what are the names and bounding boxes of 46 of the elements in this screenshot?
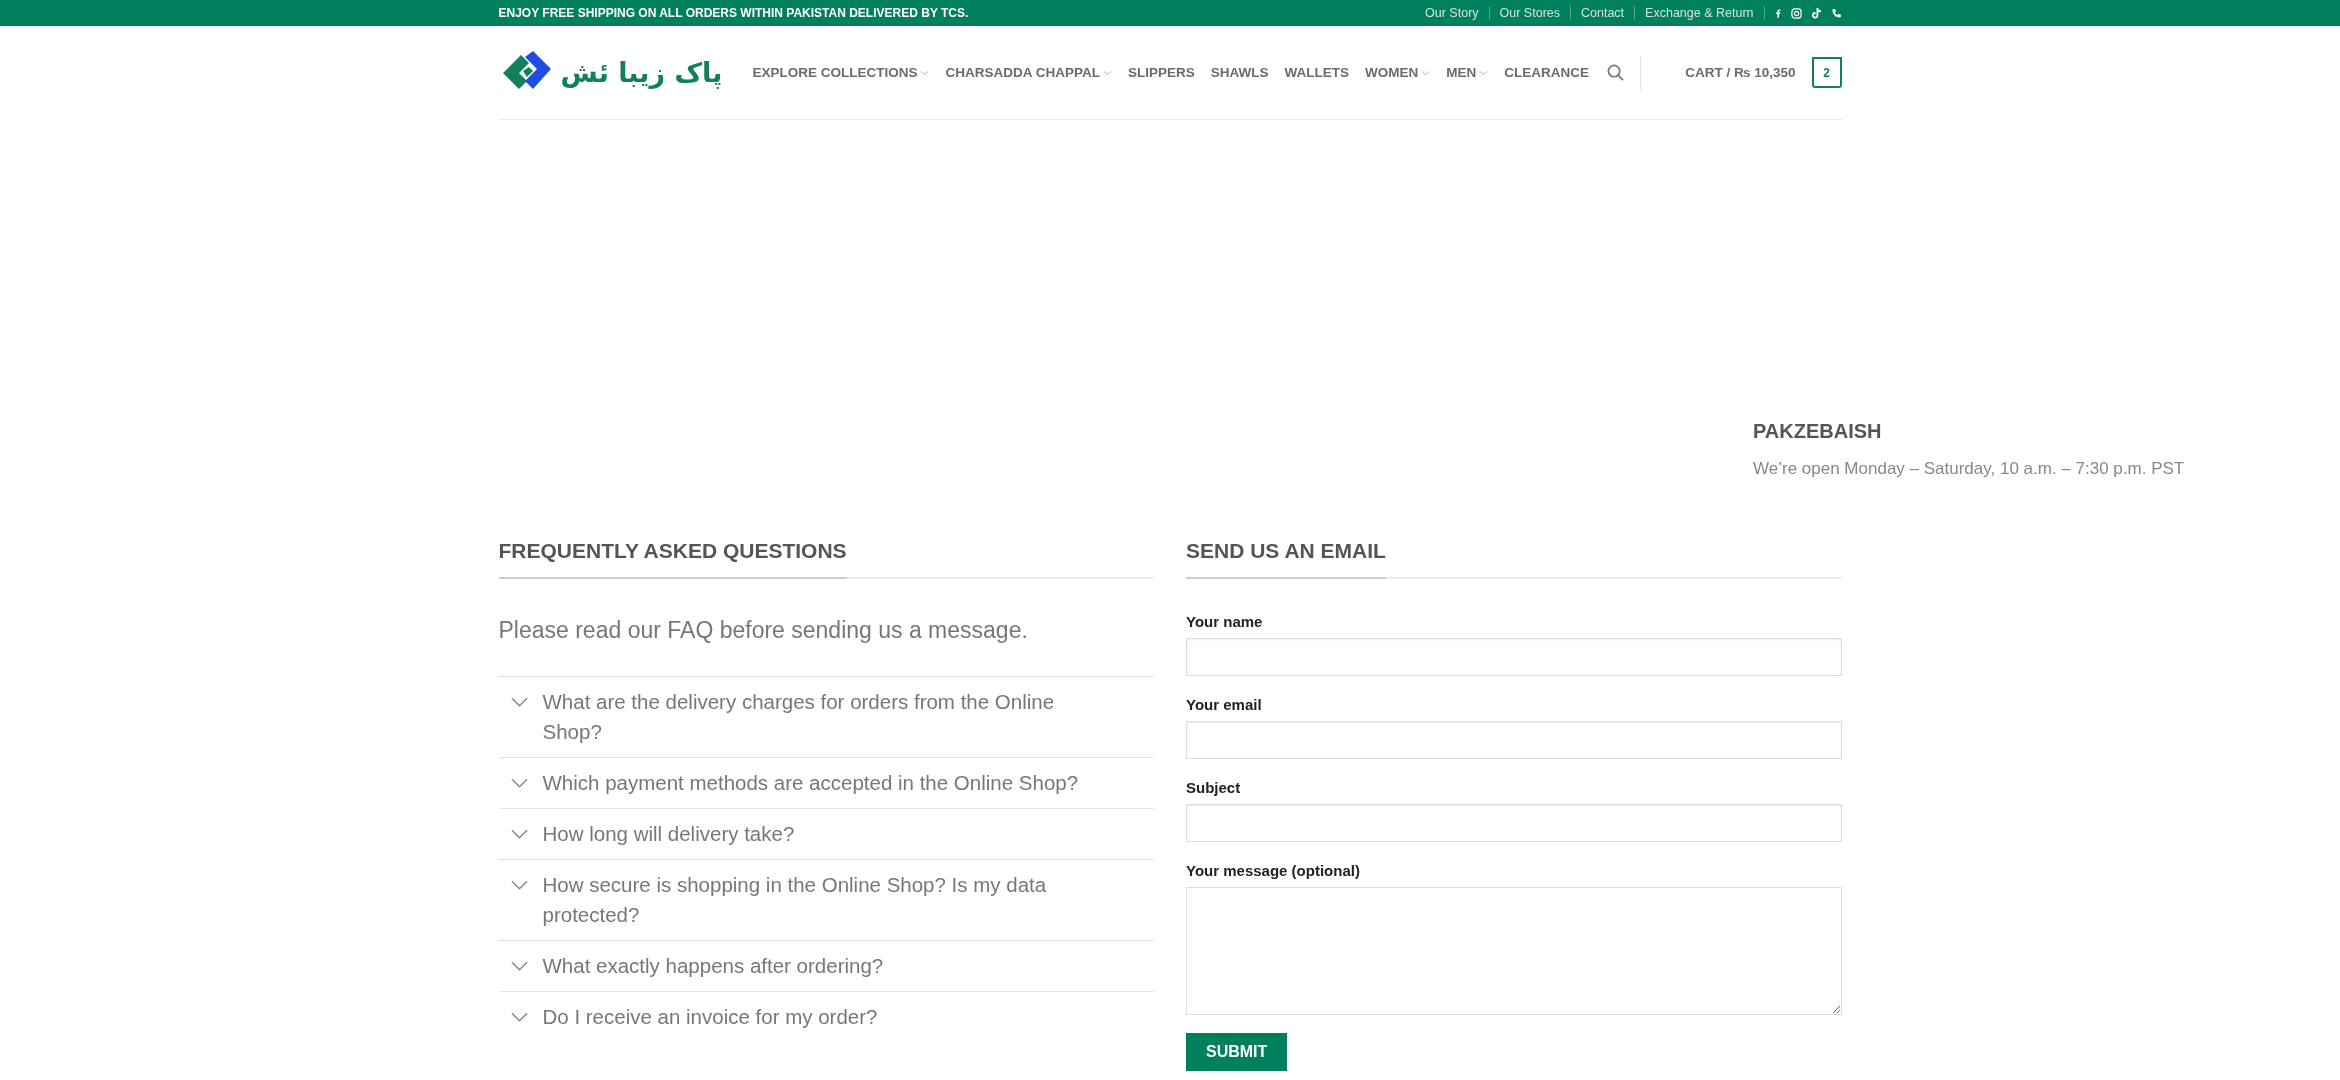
music-note-icon[interactable] bbox=[1811, 7, 1821, 19]
nav-link[interactable]: WOMEN bbox=[1364, 65, 1431, 80]
form-heading: SEND US AN EMAIL bbox=[1186, 539, 1386, 579]
top-link[interactable]: Exchange & Return bbox=[1645, 6, 1754, 20]
store-name: PAKZEBAISH bbox=[1753, 420, 1883, 443]
field-label: Your email bbox=[1186, 696, 1263, 713]
submit-button[interactable]: SUBMIT bbox=[1186, 1033, 1288, 1071]
nav-link[interactable]: SHAWLS bbox=[1210, 65, 1269, 80]
nav-link[interactable]: CLEARANCE bbox=[1504, 65, 1589, 80]
faq-item[interactable]: Do I receive an invoice for my order? bbox=[498, 991, 1154, 1042]
faq-item[interactable]: What are the delivery charges for orders from the Online Shop? bbox=[498, 676, 1154, 757]
message-field[interactable] bbox=[1186, 887, 1842, 1015]
field-label: Subject bbox=[1186, 779, 1242, 796]
faq-item[interactable]: Which payment methods are accepted in the Online Shop? bbox=[498, 757, 1154, 808]
site-logo[interactable]: پاک زیبا ئش bbox=[498, 48, 723, 97]
field-label: Your message (optional) bbox=[1186, 862, 1361, 879]
nav-link[interactable]: WALLETS bbox=[1284, 65, 1349, 80]
phone-icon[interactable] bbox=[1830, 7, 1842, 19]
logo-text: پاک زیبا ئش bbox=[560, 57, 723, 88]
input-field[interactable] bbox=[1186, 721, 1842, 759]
shipping-announcement: ENJOY FREE SHIPPING ON ALL ORDERS WITHIN PAKISTAN DELIVERED BY TCS. bbox=[498, 6, 969, 20]
nav-link[interactable]: EXPLORE COLLECTIONS bbox=[752, 65, 930, 80]
faq-item[interactable]: How long will delivery take? bbox=[498, 808, 1154, 859]
top-link[interactable]: Our Story bbox=[1425, 6, 1479, 20]
input-field[interactable] bbox=[1186, 804, 1842, 842]
opening-hours: We’re open Monday – Saturday, 10 a.m. – 7:30 p.m. PST bbox=[1753, 459, 2186, 479]
nav-link[interactable]: MEN bbox=[1446, 65, 1489, 80]
top-link[interactable]: Contact bbox=[1581, 6, 1625, 20]
letter-f-icon[interactable] bbox=[1774, 7, 1781, 19]
faq-intro: Please read our FAQ before sending us a message. bbox=[498, 617, 1029, 644]
caret-icon bbox=[1421, 69, 1431, 76]
faq-item[interactable]: How secure is shopping in the Online Shop? Is my data protected? bbox=[498, 859, 1154, 940]
caret-icon bbox=[1102, 69, 1112, 76]
nav-link[interactable]: SLIPPERS bbox=[1127, 65, 1195, 80]
faq-heading: FREQUENTLY ASKED QUESTIONS bbox=[498, 539, 847, 579]
search-icon[interactable] bbox=[1606, 64, 1624, 81]
cart-link[interactable]: CART / ₨ 10,350 bbox=[1685, 65, 1796, 80]
caret-icon bbox=[1479, 69, 1489, 76]
top-link[interactable]: Our Stores bbox=[1499, 6, 1560, 20]
input-field[interactable] bbox=[1186, 638, 1842, 676]
faq-item[interactable]: What exactly happens after ordering? bbox=[498, 940, 1154, 991]
caret-icon bbox=[920, 69, 930, 76]
field-label: Your name bbox=[1186, 613, 1264, 630]
cart-count[interactable]: 2 bbox=[1811, 57, 1842, 88]
nav-link[interactable]: CHARSADDA CHAPPAL bbox=[945, 65, 1112, 80]
camera-icon[interactable] bbox=[1790, 7, 1802, 19]
